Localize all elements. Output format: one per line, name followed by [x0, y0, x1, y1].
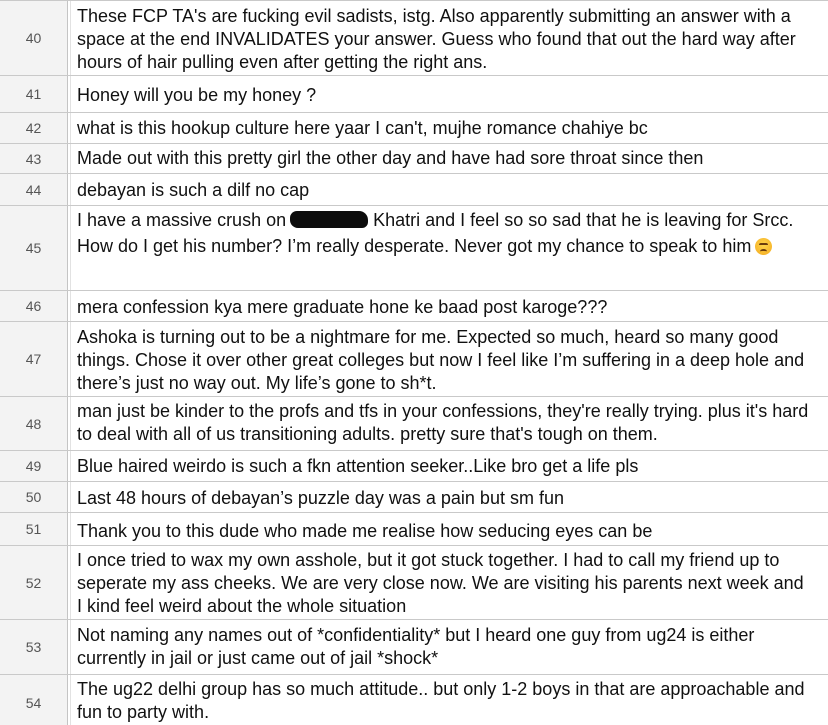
row-number[interactable]: 40 [0, 1, 68, 75]
table-row: 42 what is this hookup culture here yaar… [0, 113, 828, 144]
table-cell[interactable]: These FCP TA's are fucking evil sadists,… [70, 1, 828, 75]
table-cell[interactable]: The ug22 delhi group has so much attitud… [70, 675, 828, 725]
table-row: 48 man just be kinder to the profs and t… [0, 397, 828, 451]
row-number[interactable]: 42 [0, 113, 68, 143]
row-number[interactable]: 45 [0, 206, 68, 290]
row-number[interactable]: 49 [0, 451, 68, 481]
spreadsheet: 40 These FCP TA's are fucking evil sadis… [0, 0, 828, 725]
table-row: 54 The ug22 delhi group has so much atti… [0, 675, 828, 725]
row-number[interactable]: 54 [0, 675, 68, 725]
table-row: 45 I have a massive crush on Khatri and … [0, 206, 828, 291]
table-cell[interactable]: Not naming any names out of *confidentia… [70, 620, 828, 674]
table-row: 52 I once tried to wax my own asshole, b… [0, 546, 828, 620]
table-cell[interactable]: Honey will you be my honey ? [70, 76, 828, 112]
row-number[interactable]: 46 [0, 291, 68, 321]
row-number[interactable]: 47 [0, 322, 68, 396]
table-row: 53 Not naming any names out of *confiden… [0, 620, 828, 675]
table-cell[interactable]: debayan is such a dilf no cap [70, 174, 828, 205]
row-number[interactable]: 44 [0, 174, 68, 205]
row-number[interactable]: 41 [0, 76, 68, 112]
table-cell[interactable]: I have a massive crush on Khatri and I f… [70, 206, 828, 290]
cell-text-part: I have a massive crush on [77, 210, 287, 230]
table-row: 44 debayan is such a dilf no cap [0, 174, 828, 206]
table-row: 43 Made out with this pretty girl the ot… [0, 144, 828, 174]
row-number[interactable]: 43 [0, 144, 68, 173]
table-row: 46 mera confession kya mere graduate hon… [0, 291, 828, 322]
table-cell[interactable]: Last 48 hours of debayan’s puzzle day wa… [70, 482, 828, 512]
row-number[interactable]: 51 [0, 513, 68, 545]
table-cell[interactable]: mera confession kya mere graduate hone k… [70, 291, 828, 321]
table-cell[interactable]: man just be kinder to the profs and tfs … [70, 397, 828, 450]
table-row: 40 These FCP TA's are fucking evil sadis… [0, 0, 828, 76]
table-row: 51 Thank you to this dude who made me re… [0, 513, 828, 546]
table-row: 50 Last 48 hours of debayan’s puzzle day… [0, 482, 828, 513]
table-cell[interactable]: what is this hookup culture here yaar I … [70, 113, 828, 143]
table-cell[interactable]: Made out with this pretty girl the other… [70, 144, 828, 173]
table-cell[interactable]: Blue haired weirdo is such a fkn attenti… [70, 451, 828, 481]
table-row: 47 Ashoka is turning out to be a nightma… [0, 322, 828, 397]
redaction-mark [290, 211, 369, 228]
table-cell[interactable]: I once tried to wax my own asshole, but … [70, 546, 828, 619]
persevering-face-emoji [755, 238, 773, 255]
row-number[interactable]: 53 [0, 620, 68, 674]
table-row: 49 Blue haired weirdo is such a fkn atte… [0, 451, 828, 482]
table-row: 41 Honey will you be my honey ? [0, 76, 828, 113]
row-number[interactable]: 50 [0, 482, 68, 512]
row-number[interactable]: 48 [0, 397, 68, 450]
table-cell[interactable]: Ashoka is turning out to be a nightmare … [70, 322, 828, 396]
row-number[interactable]: 52 [0, 546, 68, 619]
table-cell[interactable]: Thank you to this dude who made me reali… [70, 513, 828, 545]
